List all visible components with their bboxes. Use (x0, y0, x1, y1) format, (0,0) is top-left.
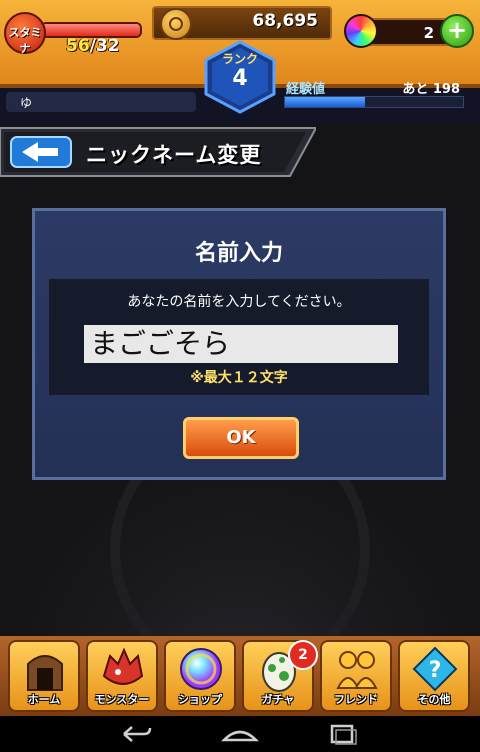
nickname-input[interactable] (84, 325, 398, 363)
home-icon (27, 655, 63, 691)
shop-orb-icon (180, 648, 222, 690)
back-arrow-icon (10, 136, 72, 168)
monster-icon (102, 647, 144, 685)
nav-shop-label: ショップ (178, 693, 222, 706)
exp-bar-fill (285, 97, 366, 107)
dialog-body: あなたの名前を入力してください。 ※最大１２文字 (49, 279, 429, 395)
exp-label: 経験値 (286, 82, 326, 97)
question-icon: ? (412, 646, 458, 692)
player-name-box: ゆ (6, 92, 196, 112)
orb-counter: 2 + (344, 12, 474, 48)
page-header: ニックネーム変更 (0, 126, 316, 178)
nav-friend-label: フレンド (334, 693, 378, 706)
orb-value: 2 (423, 24, 434, 42)
exp-bar (284, 96, 464, 108)
nav-home[interactable]: ホーム (8, 640, 80, 712)
stamina-value: 56/32 (66, 36, 120, 56)
back-button[interactable] (10, 136, 72, 168)
bottom-nav: ホーム モンスター ショップ ガチャ フレンド ? その他 (0, 636, 480, 716)
stamina-max: /32 (89, 36, 120, 56)
gold-value: 68,695 (252, 11, 318, 31)
ok-button[interactable]: OK (183, 417, 299, 459)
name-input-dialog: 名前入力 あなたの名前を入力してください。 ※最大１２文字 OK (32, 208, 446, 480)
dialog-title: 名前入力 (194, 241, 283, 266)
nav-monster[interactable]: モンスター (86, 640, 158, 712)
svg-text:?: ? (429, 658, 442, 683)
stamina-bar-fill (42, 24, 140, 36)
rank-value: 4 (232, 66, 248, 91)
rank-label: ランク (221, 52, 258, 66)
nav-home-label: ホーム (27, 693, 61, 706)
gold-counter: 68,695 (152, 6, 332, 40)
add-orb-button[interactable]: + (440, 14, 474, 48)
stamina-icon: スタミナ (4, 12, 46, 55)
exp-remaining: あと 198 (402, 82, 460, 97)
recent-apps-icon[interactable] (322, 722, 362, 746)
friend-icon (336, 651, 378, 689)
home-button-icon[interactable] (220, 722, 260, 746)
max-length-note: ※最大１２文字 (190, 370, 288, 386)
nav-gacha-label: ガチャ (261, 693, 295, 706)
status-bar: スタミナ 56/32 68,695 2 + ゆ 経験値 あと 198 ランク 4 (0, 0, 480, 124)
nav-other[interactable]: ? その他 (398, 640, 470, 712)
rank-badge: ランク 4 (202, 40, 278, 114)
gacha-notification-badge: 2 (288, 640, 318, 670)
coin-icon (160, 8, 192, 40)
dialog-prompt: あなたの名前を入力してください。 (127, 294, 351, 310)
nav-other-label: その他 (417, 693, 451, 706)
stamina-meter[interactable]: スタミナ 56/32 (4, 12, 142, 56)
back-icon[interactable] (116, 722, 156, 746)
player-name: ゆ (20, 96, 33, 110)
page-title: ニックネーム変更 (86, 143, 262, 167)
nav-shop[interactable]: ショップ (164, 640, 236, 712)
system-nav-bar (0, 716, 480, 752)
stamina-label: スタミナ (8, 26, 42, 55)
nav-friend[interactable]: フレンド (320, 640, 392, 712)
nav-monster-label: モンスター (94, 693, 150, 706)
stamina-current: 56 (66, 36, 90, 56)
orb-icon (344, 14, 378, 48)
